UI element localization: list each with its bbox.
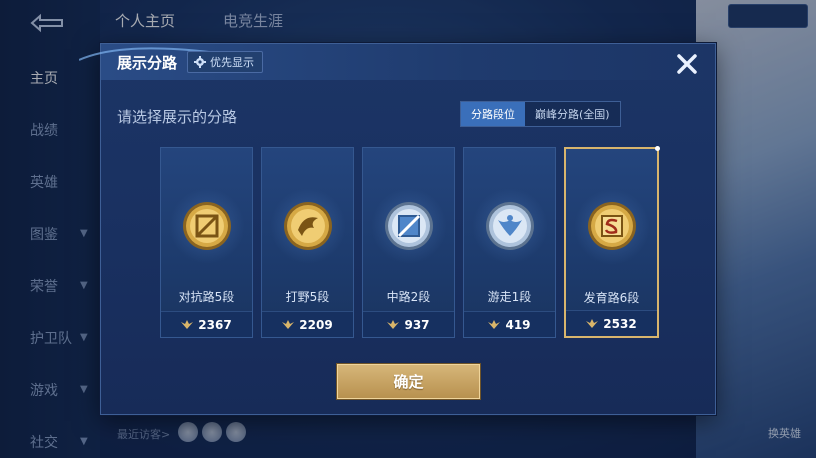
points-icon bbox=[586, 318, 599, 328]
lane-points: 2209 bbox=[262, 311, 353, 337]
lane-rank-label: 对抗路5段 bbox=[178, 290, 235, 304]
lane-rank-label: 游走1段 bbox=[487, 290, 532, 304]
points-icon bbox=[387, 319, 400, 329]
points-icon bbox=[282, 319, 295, 329]
lane-points-value: 2209 bbox=[299, 317, 333, 332]
modal-title: 展示分路 bbox=[117, 54, 178, 72]
selection-corner-dot bbox=[655, 146, 660, 151]
lane-points-value: 2367 bbox=[198, 317, 232, 332]
lane-points: 419 bbox=[464, 311, 555, 337]
lane-card-jungle[interactable]: 打野5段 2209 bbox=[261, 147, 354, 338]
lane-points: 937 bbox=[363, 311, 454, 337]
lane-points: 2532 bbox=[566, 310, 657, 336]
lane-card-clash[interactable]: 对抗路5段 2367 bbox=[160, 147, 253, 338]
roam-badge-icon bbox=[486, 202, 534, 250]
lane-card-roam[interactable]: 游走1段 419 bbox=[463, 147, 556, 338]
lane-points-value: 937 bbox=[404, 317, 430, 332]
gear-icon bbox=[194, 56, 206, 68]
lane-mode-toggle: 分路段位 巅峰分路(全国) bbox=[460, 101, 621, 127]
lane-card-mid[interactable]: 中路2段 937 bbox=[362, 147, 455, 338]
toggle-peak-lane-national[interactable]: 巅峰分路(全国) bbox=[525, 102, 620, 126]
lane-points: 2367 bbox=[161, 311, 252, 337]
priority-button-label: 优先显示 bbox=[210, 56, 254, 69]
priority-display-button[interactable]: 优先显示 bbox=[187, 51, 263, 73]
lane-rank-label: 打野5段 bbox=[285, 290, 330, 304]
lane-rank-label: 中路2段 bbox=[386, 290, 431, 304]
display-lane-modal: 展示分路 优先显示 请选择展示的分路 分路段位 巅峰分路(全国) 对抗路5段 2… bbox=[79, 43, 716, 415]
points-icon bbox=[488, 319, 501, 329]
toggle-lane-rank[interactable]: 分路段位 bbox=[461, 102, 525, 126]
modal-subtitle: 请选择展示的分路 bbox=[117, 108, 238, 126]
farm-lane-badge-icon bbox=[588, 202, 636, 250]
lane-cards: 对抗路5段 2367 打野5段 2209 中路2段 937 游走1段 419 发… bbox=[160, 146, 660, 338]
clash-lane-badge-icon bbox=[183, 202, 231, 250]
jungle-badge-icon bbox=[284, 202, 332, 250]
mid-lane-badge-icon bbox=[385, 202, 433, 250]
points-icon bbox=[181, 319, 194, 329]
modal-header: 展示分路 优先显示 bbox=[79, 44, 715, 80]
lane-points-value: 2532 bbox=[603, 316, 637, 331]
close-icon[interactable] bbox=[673, 50, 701, 78]
confirm-button[interactable]: 确定 bbox=[337, 364, 480, 399]
lane-card-farm[interactable]: 发育路6段 2532 bbox=[564, 146, 660, 338]
lane-rank-label: 发育路6段 bbox=[583, 291, 640, 305]
lane-points-value: 419 bbox=[505, 317, 531, 332]
